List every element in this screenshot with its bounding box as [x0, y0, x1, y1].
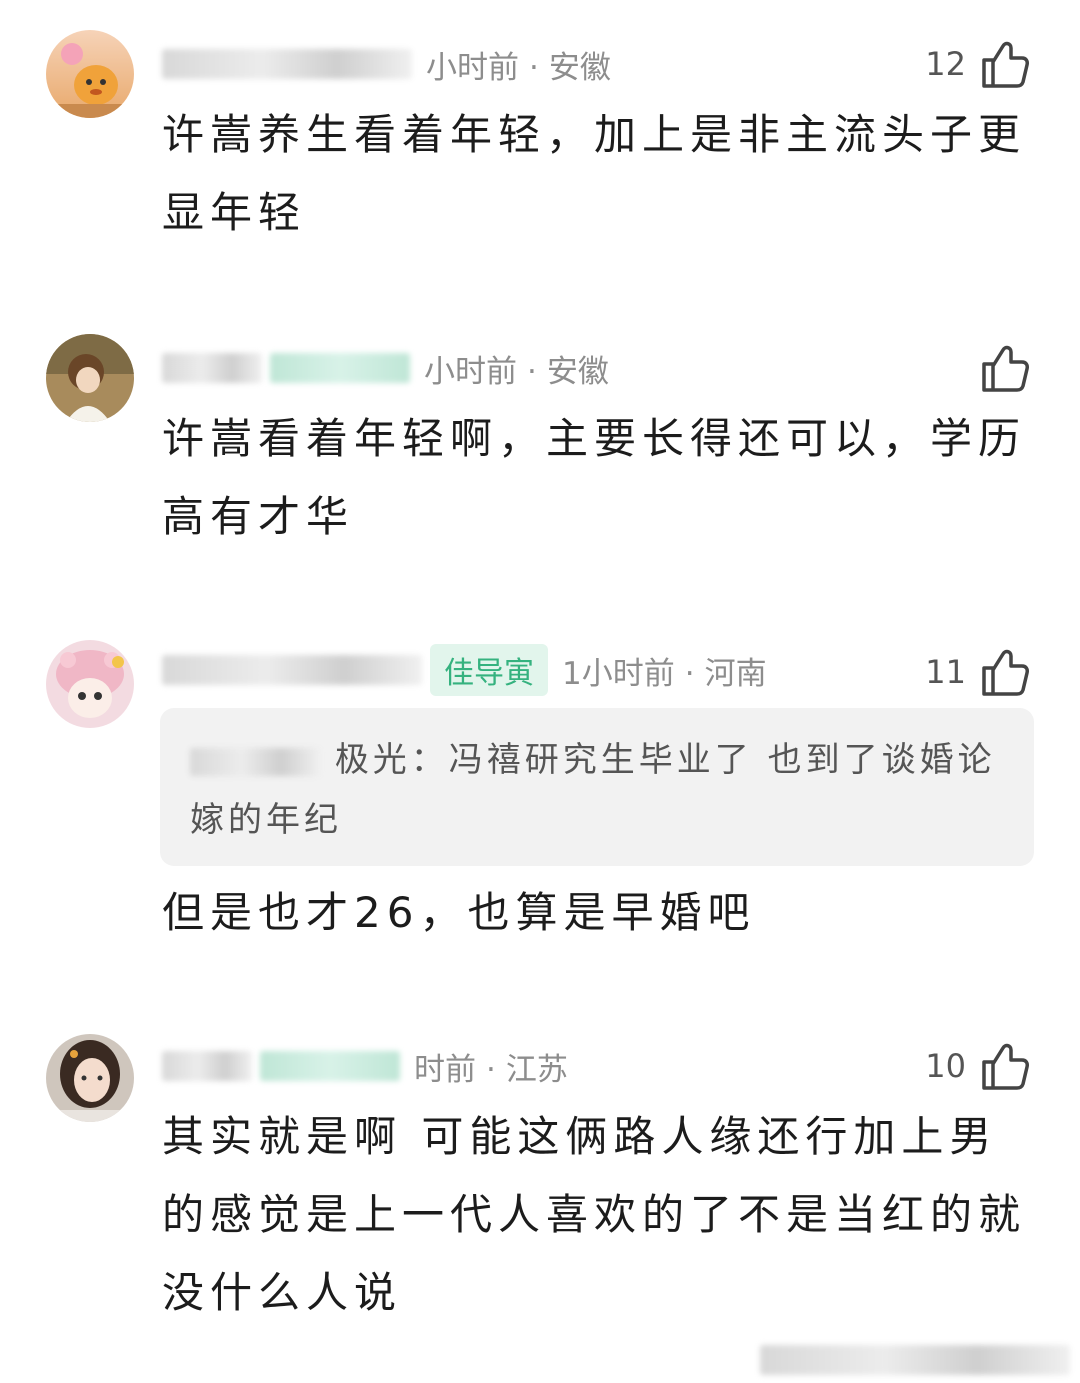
username-redacted[interactable]	[162, 1051, 252, 1081]
comment-location: 安徽	[548, 49, 611, 86]
comment-time: 1小时前	[562, 655, 675, 692]
username-redacted[interactable]	[162, 49, 412, 79]
thumbs-up-icon[interactable]	[980, 646, 1030, 698]
like-button[interactable]: 12	[925, 34, 1030, 94]
comment-meta: 佳导寅 1小时前 · 河南	[162, 644, 767, 696]
username-redacted[interactable]	[162, 353, 262, 383]
comment-meta: 时前 · 江苏	[162, 1044, 568, 1088]
thumbs-up-icon[interactable]	[980, 38, 1030, 90]
like-button[interactable]: 10	[925, 1036, 1030, 1096]
user-badge: 佳导寅	[430, 644, 548, 696]
comment-location: 安徽	[546, 353, 609, 390]
comment-text: 许嵩看着年轻啊，主要长得还可以，学历高有才华	[162, 414, 1027, 541]
quote-author-redacted	[190, 747, 320, 776]
thumbs-up-icon[interactable]	[980, 342, 1030, 394]
comment-meta: 小时前 · 安徽	[162, 42, 611, 86]
comment-location: 河南	[704, 655, 767, 692]
comment-time: 小时前	[424, 353, 517, 390]
user-badge-redacted	[260, 1051, 400, 1081]
thumbs-up-icon[interactable]	[980, 1040, 1030, 1092]
watermark-redacted	[760, 1345, 1070, 1375]
like-count: 12	[925, 45, 966, 83]
avatar[interactable]	[46, 30, 134, 118]
comment-text: 但是也才26，也算是早婚吧	[162, 888, 756, 937]
avatar[interactable]	[46, 334, 134, 422]
like-button[interactable]	[980, 338, 1030, 398]
comment-text: 许嵩养生看着年轻，加上是非主流头子更显年轻	[162, 110, 1027, 237]
comment-meta: 小时前 · 安徽	[162, 346, 609, 390]
like-count: 10	[925, 1047, 966, 1085]
like-button[interactable]: 11	[925, 642, 1030, 702]
comment-location: 江苏	[505, 1051, 568, 1088]
user-badge-redacted	[270, 353, 410, 383]
like-count: 11	[925, 653, 966, 691]
avatar[interactable]	[46, 640, 134, 728]
username-redacted[interactable]	[162, 655, 422, 685]
comment-text: 其实就是啊 可能这俩路人缘还行加上男的感觉是上一代人喜欢的了不是当红的就没什么人…	[162, 1112, 1027, 1317]
comment-time: 时前	[414, 1051, 476, 1088]
comment-time: 小时前	[426, 49, 519, 86]
quoted-reply[interactable]: 极光：冯禧研究生毕业了 也到了谈婚论嫁的年纪	[160, 708, 1034, 866]
avatar[interactable]	[46, 1034, 134, 1122]
